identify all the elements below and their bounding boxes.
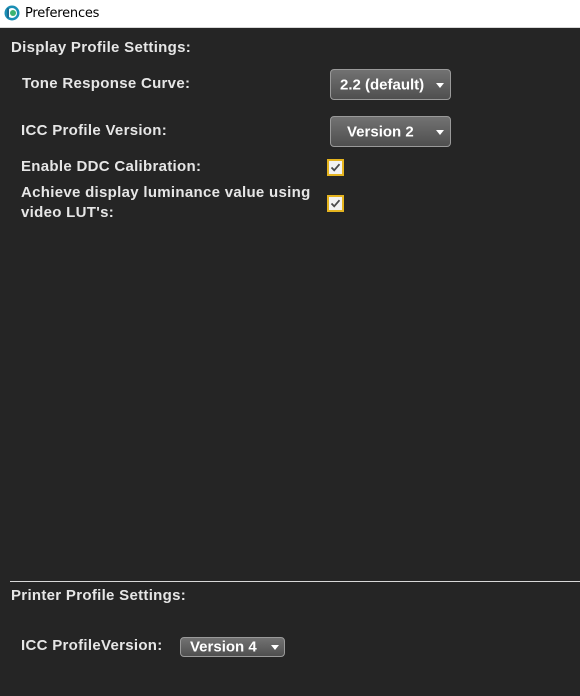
printer-icc-profile-version-value: Version 4 — [190, 638, 257, 656]
display-profile-heading: Display Profile Settings: — [11, 39, 192, 56]
chevron-down-icon — [436, 129, 444, 135]
tone-response-curve-label: Tone Response Curve: — [22, 75, 191, 92]
printer-profile-heading: Printer Profile Settings: — [11, 587, 187, 604]
printer-icc-profile-version-label: ICC ProfileVersion: — [21, 637, 163, 654]
achieve-luminance-label-line2: video LUT's: — [21, 204, 115, 221]
window-title: Preferences — [25, 6, 100, 21]
chevron-down-icon — [271, 645, 279, 650]
enable-ddc-calibration-label: Enable DDC Calibration: — [21, 158, 202, 175]
printer-icc-profile-version-dropdown[interactable]: Version 4 — [180, 637, 285, 657]
icc-profile-version-dropdown[interactable]: Version 2 — [330, 116, 451, 147]
tone-response-curve-dropdown[interactable]: 2.2 (default) — [330, 69, 451, 100]
app-logo-icon — [4, 5, 20, 21]
section-divider — [10, 581, 580, 582]
icc-profile-version-label: ICC Profile Version: — [21, 122, 168, 139]
tone-response-curve-value: 2.2 (default) — [340, 76, 425, 93]
achieve-luminance-label-line1: Achieve display luminance value using — [21, 184, 311, 201]
achieve-luminance-checkbox[interactable] — [327, 195, 344, 212]
checkmark-icon — [330, 199, 341, 208]
title-bar[interactable]: Preferences — [0, 0, 580, 28]
chevron-down-icon — [436, 82, 444, 88]
checkmark-icon — [330, 163, 341, 172]
preferences-panel: Display Profile Settings: Tone Response … — [0, 28, 580, 696]
icc-profile-version-value: Version 2 — [347, 123, 414, 140]
enable-ddc-calibration-checkbox[interactable] — [327, 159, 344, 176]
